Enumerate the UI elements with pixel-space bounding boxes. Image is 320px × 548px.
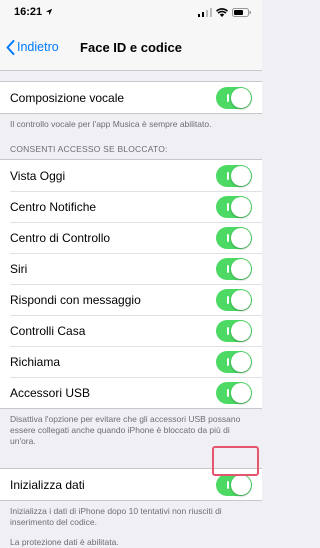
toggle-knob: [231, 351, 251, 372]
row-home-control: Controlli Casa: [0, 315, 262, 346]
control-center-toggle[interactable]: [216, 226, 252, 249]
row-siri: Siri: [0, 253, 262, 284]
status-bar: 16:21: [0, 0, 262, 24]
row-notification-center: Centro Notifiche: [0, 191, 262, 222]
status-left: 16:21: [14, 6, 53, 18]
wifi-icon: [216, 7, 228, 17]
row-label: Siri: [10, 261, 28, 276]
toggle-knob: [231, 474, 251, 495]
toggle-knob: [231, 258, 251, 279]
chevron-left-icon: [6, 39, 15, 55]
status-time: 16:21: [14, 6, 43, 18]
navigation-bar: Indietro Face ID e codice: [0, 24, 262, 71]
home-control-toggle[interactable]: [216, 319, 252, 342]
today-view-toggle[interactable]: [216, 164, 252, 187]
return-missed-calls-toggle[interactable]: [216, 350, 252, 373]
row-voice-dial: Composizione vocale: [0, 82, 262, 113]
location-arrow-icon: [45, 8, 53, 16]
row-usb-accessories: Accessori USB: [0, 377, 262, 408]
row-today-view: Vista Oggi: [0, 160, 262, 191]
usb-accessories-toggle[interactable]: [216, 381, 252, 404]
data-protection-footer: La protezione dati è abilitata.: [10, 537, 119, 547]
signal-icon: [198, 7, 212, 17]
row-reply-with-message: Rispondi con messaggio: [0, 284, 262, 315]
row-label: Richiama: [10, 354, 61, 369]
notification-center-toggle[interactable]: [216, 195, 252, 218]
row-label: Rispondi con messaggio: [10, 292, 141, 307]
row-return-missed-calls: Richiama: [0, 346, 262, 377]
row-control-center: Centro di Controllo: [0, 222, 262, 253]
toggle-knob: [231, 382, 251, 403]
row-label: Controlli Casa: [10, 323, 86, 338]
row-label: Accessori USB: [10, 385, 91, 400]
toggle-knob: [231, 289, 251, 310]
row-label: Composizione vocale: [10, 90, 125, 105]
section-header-locked-access: CONSENTI ACCESSO SE BLOCCATO:: [10, 144, 168, 154]
voice-dial-toggle[interactable]: [216, 86, 252, 109]
back-label: Indietro: [17, 40, 59, 54]
siri-toggle[interactable]: [216, 257, 252, 280]
row-label: Vista Oggi: [10, 168, 66, 183]
back-button[interactable]: Indietro: [0, 39, 59, 55]
usb-accessories-footer: Disattiva l'opzione per evitare che gli …: [10, 414, 241, 446]
row-label: Inizializza dati: [10, 477, 85, 492]
toggle-knob: [231, 165, 251, 186]
highlight-box: [212, 446, 259, 476]
erase-data-footer: Inizializza i dati di iPhone dopo 10 ten…: [10, 506, 222, 527]
voice-dial-group: Composizione vocale: [0, 81, 262, 114]
toggle-knob: [231, 320, 251, 341]
status-right: [198, 7, 252, 17]
locked-access-group: Vista Oggi Centro Notifiche Centro di Co…: [0, 159, 262, 409]
toggle-knob: [231, 87, 251, 108]
toggle-knob: [231, 227, 251, 248]
erase-data-toggle[interactable]: [216, 473, 252, 496]
toggle-knob: [231, 196, 251, 217]
row-label: Centro di Controllo: [10, 230, 111, 245]
battery-icon: [232, 7, 251, 17]
reply-with-message-toggle[interactable]: [216, 288, 252, 311]
voice-dial-footer: Il controllo vocale per l'app Musica è s…: [10, 119, 212, 129]
row-label: Centro Notifiche: [10, 199, 97, 214]
